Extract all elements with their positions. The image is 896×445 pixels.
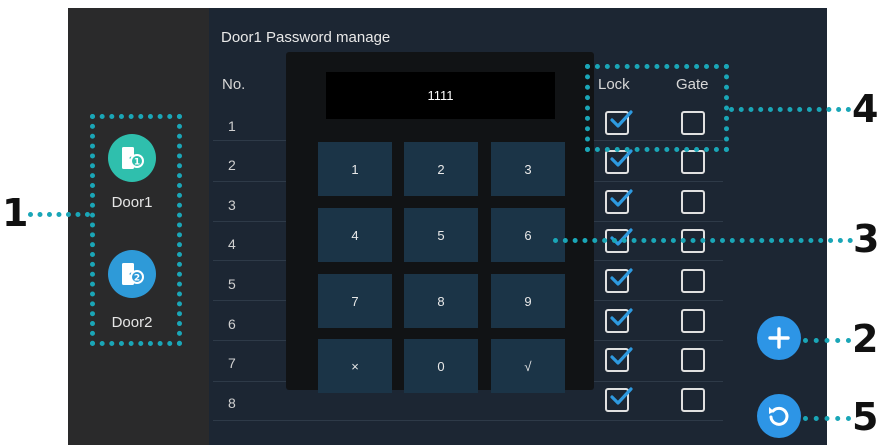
add-button[interactable] bbox=[757, 316, 801, 360]
key-cancel[interactable]: × bbox=[318, 339, 392, 393]
gate-checkbox[interactable] bbox=[681, 269, 705, 293]
gate-checkbox[interactable] bbox=[681, 348, 705, 372]
row-number: 6 bbox=[228, 316, 236, 332]
callout-5: 5 bbox=[852, 395, 879, 439]
row-number: 5 bbox=[228, 276, 236, 292]
lock-checkbox[interactable] bbox=[605, 149, 633, 174]
row-number: 3 bbox=[228, 197, 236, 213]
key-9[interactable]: 9 bbox=[491, 274, 565, 328]
gate-checkbox[interactable] bbox=[681, 190, 705, 214]
check-icon bbox=[610, 268, 633, 286]
check-icon bbox=[610, 189, 633, 207]
key-1[interactable]: 1 bbox=[318, 142, 392, 196]
row-number: 1 bbox=[228, 118, 236, 134]
gate-checkbox[interactable] bbox=[681, 150, 705, 174]
check-icon bbox=[610, 308, 633, 326]
row-number: 4 bbox=[228, 236, 236, 252]
key-0[interactable]: 0 bbox=[404, 339, 478, 393]
callout-4: 4 bbox=[852, 87, 879, 131]
lock-checkbox[interactable] bbox=[605, 189, 633, 214]
gate-checkbox[interactable] bbox=[681, 388, 705, 412]
key-4[interactable]: 4 bbox=[318, 208, 392, 262]
callout-3: 3 bbox=[853, 217, 880, 261]
row-number: 2 bbox=[228, 157, 236, 173]
key-8[interactable]: 8 bbox=[404, 274, 478, 328]
lock-checkbox[interactable] bbox=[605, 347, 633, 372]
check-icon bbox=[610, 347, 633, 365]
lock-checkbox[interactable] bbox=[605, 268, 633, 293]
callout-line-2 bbox=[803, 338, 851, 343]
plus-icon bbox=[768, 327, 790, 349]
callout-1: 1 bbox=[2, 191, 29, 235]
page-title: Door1 Password manage bbox=[221, 29, 391, 46]
lock-gate-header-highlight bbox=[585, 64, 729, 152]
key-3[interactable]: 3 bbox=[491, 142, 565, 196]
row-number: 7 bbox=[228, 355, 236, 371]
key-7[interactable]: 7 bbox=[318, 274, 392, 328]
key-6[interactable]: 6 bbox=[491, 208, 565, 262]
gate-checkbox[interactable] bbox=[681, 309, 705, 333]
callout-2: 2 bbox=[852, 317, 879, 361]
callout-line-5 bbox=[803, 416, 851, 421]
callout-line-4 bbox=[729, 107, 851, 112]
door-selector-highlight bbox=[90, 114, 182, 346]
callout-line-3 bbox=[553, 238, 853, 243]
key-5[interactable]: 5 bbox=[404, 208, 478, 262]
key-confirm[interactable]: √ bbox=[491, 339, 565, 393]
key-2[interactable]: 2 bbox=[404, 142, 478, 196]
lock-checkbox[interactable] bbox=[605, 308, 633, 333]
refresh-icon bbox=[769, 406, 789, 426]
lock-checkbox[interactable] bbox=[605, 387, 633, 412]
refresh-button[interactable] bbox=[757, 394, 801, 438]
row-divider bbox=[213, 420, 723, 421]
row-number: 8 bbox=[228, 395, 236, 411]
password-display: 1111 bbox=[326, 72, 555, 119]
callout-line-1 bbox=[28, 212, 90, 217]
check-icon bbox=[610, 387, 633, 405]
column-header-no: No. bbox=[222, 76, 246, 93]
